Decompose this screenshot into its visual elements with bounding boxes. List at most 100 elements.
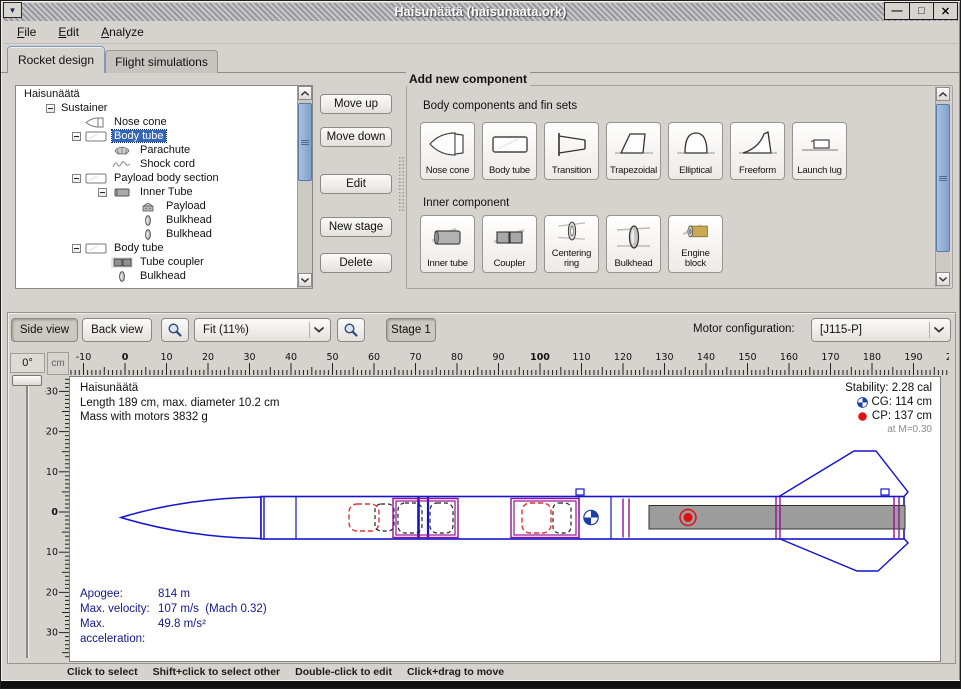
tab-flight-simulations[interactable]: Flight simulations (105, 50, 218, 73)
cp-icon (857, 411, 868, 422)
tree-item[interactable]: Tube coupler (16, 255, 297, 269)
component-tree[interactable]: Haisunäätä Sustainer Nose cone Body tube… (15, 85, 313, 289)
tree-item-label: Bulkhead (138, 270, 188, 282)
split-divider-handle[interactable] (398, 156, 405, 212)
svg-text:20: 20 (202, 352, 214, 363)
nose-cone-shape[interactable] (121, 497, 261, 539)
tree-item-label: Payload body section (112, 172, 221, 184)
svg-text:20: 20 (46, 587, 58, 598)
tree-item[interactable]: Bulkhead (16, 269, 297, 283)
tree-item[interactable]: Inner Tube (16, 185, 297, 199)
zoom-level-select[interactable]: Fit (11%) (194, 318, 331, 342)
add-coupler-button[interactable]: Coupler (482, 215, 537, 273)
launch-lug-shape[interactable] (576, 489, 584, 495)
svg-text:80: 80 (451, 352, 463, 363)
side-view-button[interactable]: Side view (11, 318, 78, 342)
scrollbar-thumb[interactable] (936, 104, 950, 252)
add-body-tube-button[interactable]: Body tube (482, 122, 537, 180)
add-launch-lug-button[interactable]: Launch lug (792, 122, 847, 180)
add-elliptical-fin-button[interactable]: Elliptical (668, 122, 723, 180)
tab-rocket-design[interactable]: Rocket design (7, 46, 105, 73)
zoom-in-button[interactable] (337, 318, 365, 342)
stage-1-toggle[interactable]: Stage 1 (386, 318, 436, 342)
tree-item[interactable]: Body tube (16, 129, 297, 143)
add-transition-button[interactable]: Transition (544, 122, 599, 180)
add-inner-tube-button[interactable]: Inner tube (420, 215, 475, 273)
rocket-name: Haisunäätä (80, 381, 279, 396)
tree-item-label: Inner Tube (138, 186, 195, 198)
delete-button[interactable]: Delete (320, 253, 392, 273)
launch-lug-shape[interactable] (881, 489, 889, 495)
bulkhead-icon (111, 271, 133, 282)
window-title: Haisunäätä (haisunaata.ork) (394, 5, 566, 19)
scroll-up-button[interactable] (936, 87, 950, 101)
rotation-slider-handle[interactable] (12, 375, 42, 386)
maximize-button[interactable]: □ (909, 3, 933, 19)
tree-item[interactable]: Payload body section (16, 171, 297, 185)
nose-cone-icon (85, 117, 107, 128)
tree-expander[interactable] (46, 104, 55, 113)
component-panel-scrollbar[interactable] (935, 87, 950, 287)
add-bulkhead-button[interactable]: Bulkhead (606, 215, 661, 273)
svg-text:50: 50 (326, 352, 338, 363)
new-stage-button[interactable]: New stage (320, 217, 392, 237)
svg-text:190: 190 (904, 352, 922, 363)
cp-marker-dot (684, 513, 693, 522)
hint-double-click: Double-click to edit (295, 666, 392, 678)
motor-configuration-label: Motor configuration: (693, 323, 795, 335)
cg-marker (584, 510, 598, 524)
tree-scrollbar[interactable] (297, 86, 312, 288)
close-button[interactable]: ✕ (933, 3, 957, 19)
tree-item[interactable]: Shock cord (16, 157, 297, 171)
tree-item[interactable]: Nose cone (16, 115, 297, 129)
rocket-dimensions: Length 189 cm, max. diameter 10.2 cm (80, 396, 279, 411)
tree-expander[interactable] (72, 132, 81, 141)
motor-configuration-select[interactable]: [J115-P] (811, 318, 951, 342)
body-components-section-label: Body components and fin sets (423, 100, 577, 112)
add-centering-ring-button[interactable]: Centering ring (544, 215, 599, 273)
scroll-down-button[interactable] (298, 273, 312, 287)
tree-item[interactable]: Bulkhead (16, 227, 297, 241)
tree-expander[interactable] (72, 174, 81, 183)
add-freeform-fin-button[interactable]: Freeform (730, 122, 785, 180)
move-up-button[interactable]: Move up (320, 94, 392, 114)
add-nose-cone-button[interactable]: Nose cone (420, 122, 475, 180)
scrollbar-thumb[interactable] (298, 103, 312, 181)
magnifier-plus-icon (343, 322, 359, 338)
zoom-out-button[interactable] (161, 318, 189, 342)
rocket-canvas[interactable]: Haisunäätä Length 189 cm, max. diameter … (69, 376, 941, 662)
minimize-button[interactable]: — (885, 3, 909, 19)
move-down-button[interactable]: Move down (320, 127, 392, 147)
tree-expander[interactable] (72, 244, 81, 253)
tree-item[interactable]: Body tube (16, 241, 297, 255)
fin-lower-shape[interactable] (779, 539, 908, 572)
edit-button[interactable]: Edit (320, 174, 392, 194)
back-view-button[interactable]: Back view (82, 318, 152, 342)
tree-item[interactable]: Bulkhead (16, 213, 297, 227)
scroll-down-button[interactable] (936, 272, 950, 286)
svg-text:60: 60 (368, 352, 380, 363)
menu-analyze[interactable]: Analyze (101, 25, 144, 39)
tree-item[interactable]: Parachute (16, 143, 297, 157)
tree-item[interactable]: Payload (16, 199, 297, 213)
tree-expander[interactable] (98, 188, 107, 197)
add-engine-block-button[interactable]: Engine block (668, 215, 723, 273)
parachute-icon (111, 145, 133, 156)
svg-text:140: 140 (697, 352, 715, 363)
max-velocity-label: Max. velocity: (80, 602, 158, 617)
rocket-info: Haisunäätä Length 189 cm, max. diameter … (80, 381, 279, 425)
svg-text:150: 150 (738, 352, 756, 363)
tree-item[interactable]: Haisunäätä (16, 87, 297, 101)
svg-text:10: 10 (160, 352, 172, 363)
rotation-slider[interactable] (26, 382, 29, 658)
add-trapezoidal-fin-button[interactable]: Trapezoidal (606, 122, 661, 180)
body-tube-icon (488, 128, 532, 160)
scroll-up-button[interactable] (298, 86, 312, 100)
statusbar: Click to select Shift+click to select ot… (67, 666, 504, 678)
menu-edit[interactable]: Edit (58, 25, 79, 39)
hint-shift-click: Shift+click to select other (153, 666, 281, 678)
titlebar[interactable]: Haisunäätä (haisunaata.ork) (3, 3, 958, 21)
menu-file[interactable]: File (17, 25, 36, 39)
tree-item[interactable]: Sustainer (16, 101, 297, 115)
window-menu-icon[interactable]: ▼ (3, 2, 22, 18)
